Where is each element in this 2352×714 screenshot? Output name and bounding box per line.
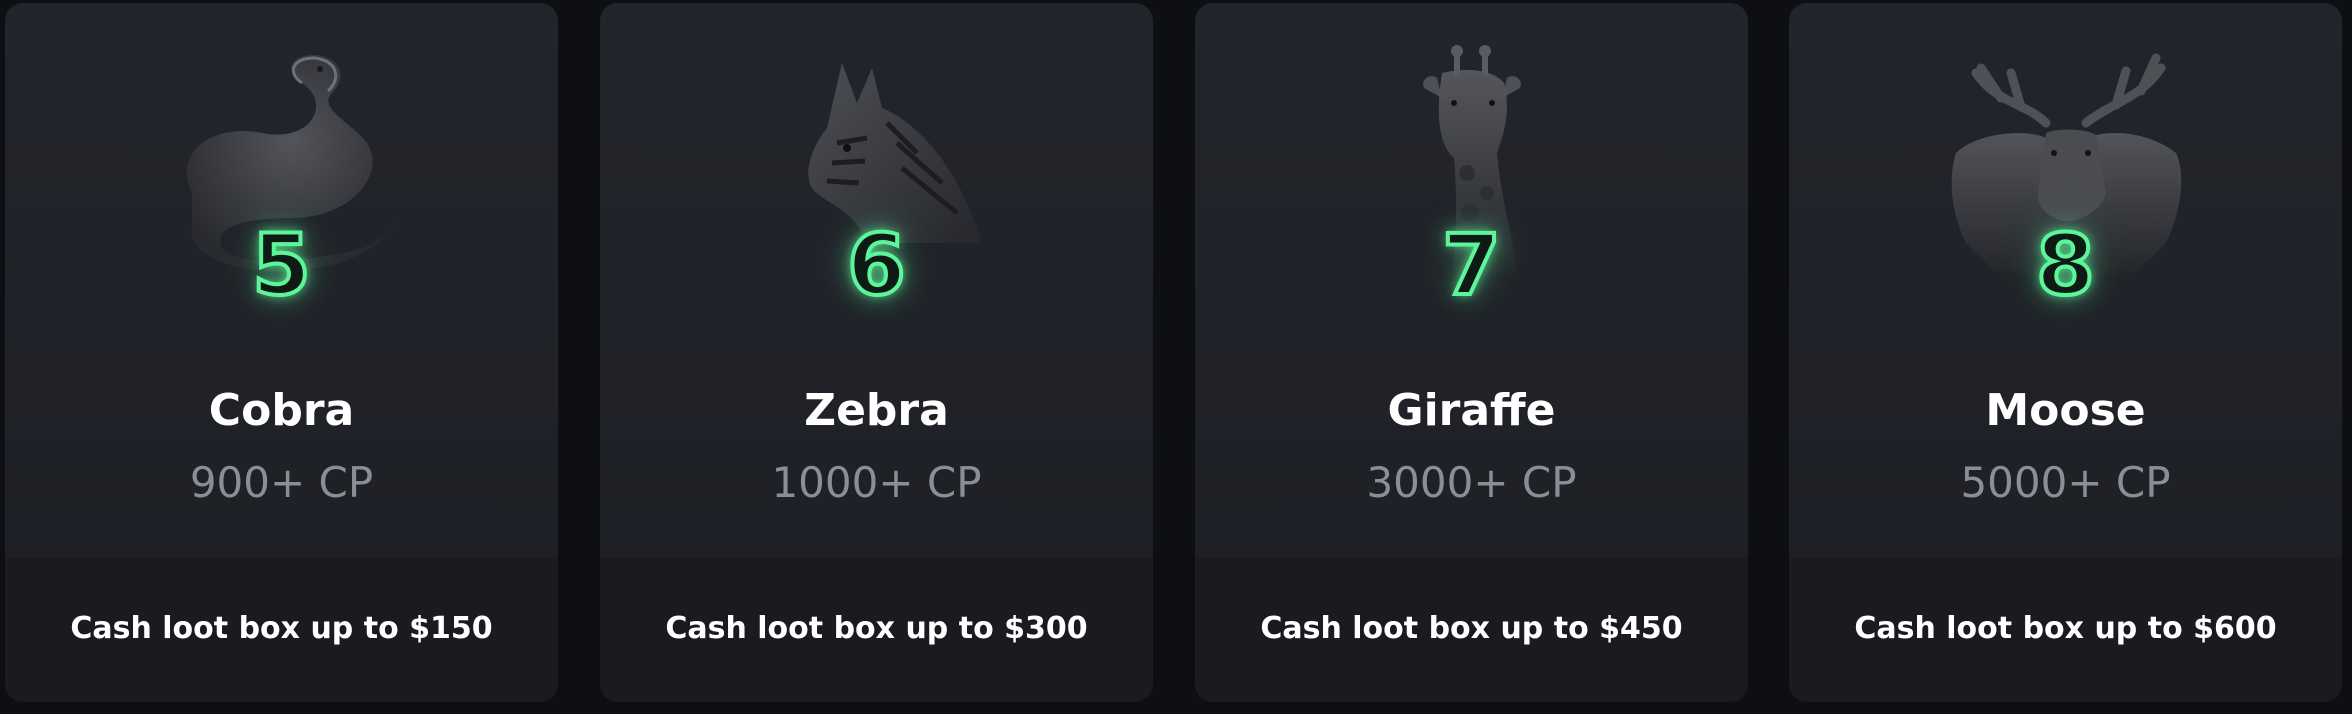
rank-name: Giraffe [1387, 385, 1556, 436]
rank-level-number: 6 [845, 216, 907, 314]
rank-card-cobra[interactable]: 5 Cobra 900+ CP Cash loot box up to $150 [5, 3, 558, 702]
rank-reward: Cash loot box up to $450 [1260, 611, 1683, 646]
rank-reward: Cash loot box up to $300 [665, 611, 1088, 646]
rank-level-number: 7 [1440, 216, 1502, 314]
rank-card-zebra[interactable]: 6 Zebra 1000+ CP Cash loot box up to $30… [600, 3, 1153, 702]
rank-cards-row: 5 Cobra 900+ CP Cash loot box up to $150 [0, 0, 2352, 714]
rank-level-number: 5 [250, 216, 312, 314]
rank-name: Zebra [804, 385, 949, 436]
rank-level-number: 8 [2034, 216, 2096, 314]
rank-card-giraffe[interactable]: 7 Giraffe 3000+ CP Cash loot box up to $… [1195, 3, 1748, 702]
rank-cp-requirement: 1000+ CP [771, 458, 982, 507]
rank-cp-requirement: 3000+ CP [1366, 458, 1577, 507]
rank-cp-requirement: 900+ CP [189, 458, 374, 507]
rank-name: Moose [1985, 385, 2146, 436]
rank-reward: Cash loot box up to $150 [70, 611, 493, 646]
rank-name: Cobra [208, 385, 355, 436]
rank-cp-requirement: 5000+ CP [1960, 458, 2171, 507]
rank-card-moose[interactable]: 8 Moose 5000+ CP Cash loot box up to $60… [1789, 3, 2342, 702]
rank-reward: Cash loot box up to $600 [1854, 611, 2277, 646]
